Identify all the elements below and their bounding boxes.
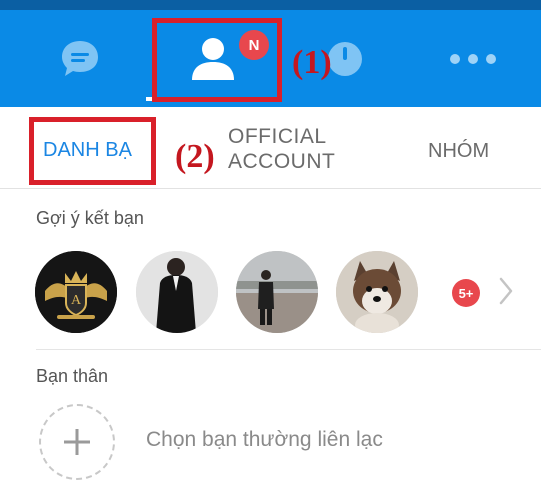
tab-groups[interactable]: NHÓM <box>428 140 489 163</box>
close-friends-title: Bạn thân <box>36 366 109 386</box>
friend-suggestions-title: Gợi ý kết bạn <box>36 208 144 228</box>
add-close-friend-label[interactable]: Chọn bạn thường liên lạc <box>146 428 383 452</box>
chat-icon <box>62 40 98 76</box>
emblem-avatar-image: A <box>35 251 117 333</box>
person-outdoor-avatar-image <box>236 251 318 333</box>
chevron-right-icon[interactable] <box>498 276 514 311</box>
zalo-contacts-screen: N (1) DANH BẠ OFFICIAL ACCOUNT NHÓM (2) … <box>0 0 541 493</box>
tab-official-line2: ACCOUNT <box>228 150 336 173</box>
contacts-new-badge: N <box>239 30 269 60</box>
plus-icon <box>64 429 90 455</box>
top-nav-bar <box>0 0 541 107</box>
suggestion-avatar[interactable] <box>336 251 418 333</box>
annotation-step-2: (2) <box>175 138 215 175</box>
suggestion-avatar[interactable] <box>236 251 318 333</box>
suggestion-avatar[interactable]: A <box>35 251 117 333</box>
person-suit-avatar-image <box>136 251 218 333</box>
svg-text:A: A <box>71 293 82 308</box>
suggestion-avatar[interactable] <box>136 251 218 333</box>
dog-avatar-image <box>336 251 418 333</box>
contacts-icon <box>192 37 234 80</box>
nav-more-button[interactable] <box>428 10 518 107</box>
tab-official-line1: OFFICIAL <box>228 125 327 148</box>
more-icon <box>450 53 496 64</box>
active-nav-indicator <box>146 97 280 101</box>
tab-contacts[interactable]: DANH BẠ <box>43 139 132 162</box>
section-divider <box>36 349 541 350</box>
more-suggestions-badge[interactable]: 5+ <box>452 279 480 307</box>
annotation-step-1: (1) <box>292 44 332 81</box>
contacts-tabs: DANH BẠ OFFICIAL ACCOUNT NHÓM <box>0 107 541 189</box>
tab-official-account[interactable]: OFFICIAL ACCOUNT <box>228 124 335 174</box>
add-close-friend-button[interactable] <box>39 404 115 480</box>
nav-messages-button[interactable] <box>40 10 120 107</box>
